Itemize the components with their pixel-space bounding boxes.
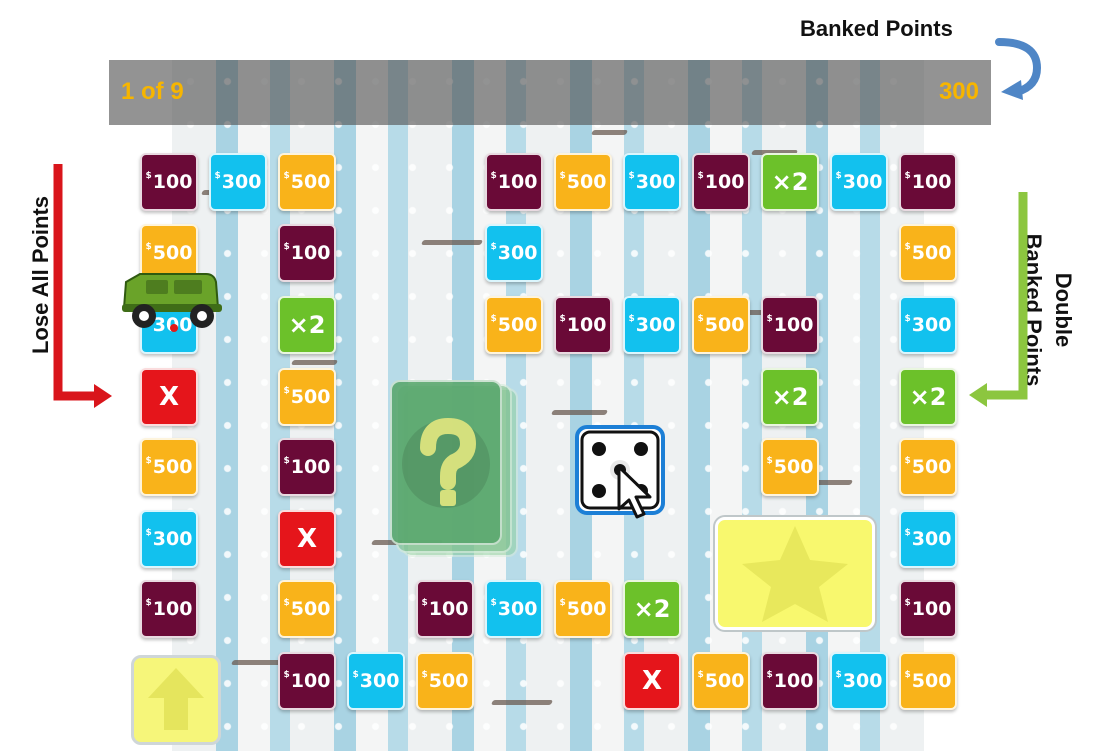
tile-100[interactable]: $100 bbox=[278, 438, 336, 496]
tile-300[interactable]: $300 bbox=[623, 153, 681, 211]
tile-500[interactable]: $500 bbox=[899, 438, 957, 496]
star-icon bbox=[742, 526, 848, 622]
tile-500[interactable]: $500 bbox=[485, 296, 543, 354]
dice-button[interactable] bbox=[575, 425, 665, 519]
tile-300[interactable]: $300 bbox=[899, 510, 957, 568]
tile-double[interactable]: ×2 bbox=[761, 153, 819, 211]
tile-100[interactable]: $100 bbox=[485, 153, 543, 211]
bark-mark bbox=[590, 130, 629, 135]
bark-mark bbox=[290, 360, 339, 365]
question-card-icon bbox=[402, 417, 490, 508]
tile-300[interactable]: $300 bbox=[830, 153, 888, 211]
tile-double[interactable]: ×2 bbox=[899, 368, 957, 426]
tile-100[interactable]: $100 bbox=[140, 153, 198, 211]
tile-100[interactable]: $100 bbox=[761, 296, 819, 354]
tile-500[interactable]: $500 bbox=[761, 438, 819, 496]
tile-100[interactable]: $100 bbox=[554, 296, 612, 354]
bark-mark bbox=[420, 240, 484, 245]
tile-500[interactable]: $500 bbox=[554, 580, 612, 638]
round-counter: 1 of 9 bbox=[121, 78, 184, 105]
tile-300[interactable]: $300 bbox=[485, 580, 543, 638]
start-space[interactable] bbox=[131, 655, 221, 745]
up-arrow-icon bbox=[148, 668, 204, 730]
green-jeep-icon bbox=[122, 273, 222, 332]
tile-500[interactable]: $500 bbox=[899, 224, 957, 282]
tile-lose-all[interactable]: X bbox=[140, 368, 198, 426]
lose-all-arrow-icon bbox=[53, 164, 112, 408]
bark-mark bbox=[490, 700, 554, 705]
tile-500[interactable]: $500 bbox=[692, 296, 750, 354]
tile-300[interactable]: $300 bbox=[209, 153, 267, 211]
tile-lose-all[interactable]: X bbox=[278, 510, 336, 568]
tile-100[interactable]: $100 bbox=[761, 652, 819, 710]
tile-500[interactable]: $500 bbox=[278, 580, 336, 638]
bark-mark bbox=[550, 410, 609, 415]
tile-300[interactable]: $300 bbox=[347, 652, 405, 710]
tile-500[interactable]: $500 bbox=[899, 652, 957, 710]
tile-300[interactable]: $300 bbox=[830, 652, 888, 710]
tile-300[interactable]: $300 bbox=[140, 510, 198, 568]
banked-points-arrow-icon bbox=[995, 38, 1042, 100]
status-bar: 1 of 9 300 bbox=[109, 60, 991, 125]
tile-100[interactable]: $100 bbox=[899, 580, 957, 638]
tile-500[interactable]: $500 bbox=[140, 438, 198, 496]
bark-mark bbox=[230, 660, 284, 665]
tile-100[interactable]: $100 bbox=[278, 224, 336, 282]
tile-100[interactable]: $100 bbox=[899, 153, 957, 211]
tile-double[interactable]: ×2 bbox=[623, 580, 681, 638]
pointer-cursor-icon bbox=[617, 465, 652, 519]
tile-500[interactable]: $500 bbox=[692, 652, 750, 710]
tile-100[interactable]: $100 bbox=[692, 153, 750, 211]
player-token[interactable] bbox=[118, 268, 226, 336]
mystery-card-deck[interactable] bbox=[390, 380, 518, 557]
banked-points-caption: Banked Points bbox=[800, 16, 953, 41]
tile-lose-all[interactable]: X bbox=[623, 652, 681, 710]
finish-space[interactable] bbox=[715, 517, 875, 630]
tile-300[interactable]: $300 bbox=[623, 296, 681, 354]
tile-500[interactable]: $500 bbox=[278, 368, 336, 426]
tile-500[interactable]: $500 bbox=[416, 652, 474, 710]
tile-100[interactable]: $100 bbox=[278, 652, 336, 710]
tile-300[interactable]: $300 bbox=[899, 296, 957, 354]
tile-double[interactable]: ×2 bbox=[761, 368, 819, 426]
tile-100[interactable]: $100 bbox=[416, 580, 474, 638]
tile-100[interactable]: $100 bbox=[140, 580, 198, 638]
tile-double[interactable]: ×2 bbox=[278, 296, 336, 354]
double-banked-arrow-icon bbox=[969, 192, 1028, 407]
tile-500[interactable]: $500 bbox=[554, 153, 612, 211]
tile-500[interactable]: $500 bbox=[278, 153, 336, 211]
banked-score: 300 bbox=[938, 78, 979, 105]
tile-300[interactable]: $300 bbox=[485, 224, 543, 282]
